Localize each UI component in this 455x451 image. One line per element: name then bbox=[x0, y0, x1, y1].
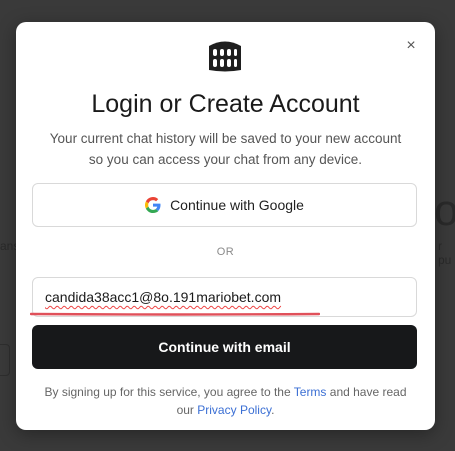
or-divider: OR bbox=[216, 246, 235, 258]
legal-notice: By signing up for this service, you agre… bbox=[40, 383, 411, 419]
background-left-box bbox=[0, 344, 10, 376]
legal-prefix: By signing up for this service, you agre… bbox=[44, 385, 294, 399]
colosseum-logo-icon bbox=[209, 41, 241, 72]
annotation-red-underline bbox=[30, 312, 320, 316]
modal-subtitle: Your current chat history will be saved … bbox=[49, 131, 402, 167]
email-input-value: candida38acc1@8o.191mariobet.com bbox=[45, 289, 282, 305]
terms-link[interactable]: Terms bbox=[294, 385, 327, 399]
continue-with-email-button[interactable]: Continue with email bbox=[32, 325, 417, 369]
google-g-icon bbox=[145, 197, 161, 213]
privacy-policy-link[interactable]: Privacy Policy bbox=[197, 403, 271, 417]
continue-with-google-button[interactable]: Continue with Google bbox=[32, 183, 417, 227]
close-icon: × bbox=[406, 37, 416, 54]
continue-with-google-label: Continue with Google bbox=[170, 197, 304, 213]
login-modal: × Login or Create Account Your current c… bbox=[16, 22, 435, 430]
modal-title: Login or Create Account bbox=[91, 90, 360, 118]
background-title-fragment: o bbox=[434, 186, 455, 235]
close-button[interactable]: × bbox=[401, 36, 421, 56]
background-right-text-fragment: r pu bbox=[438, 239, 452, 267]
legal-suffix: . bbox=[271, 403, 275, 417]
